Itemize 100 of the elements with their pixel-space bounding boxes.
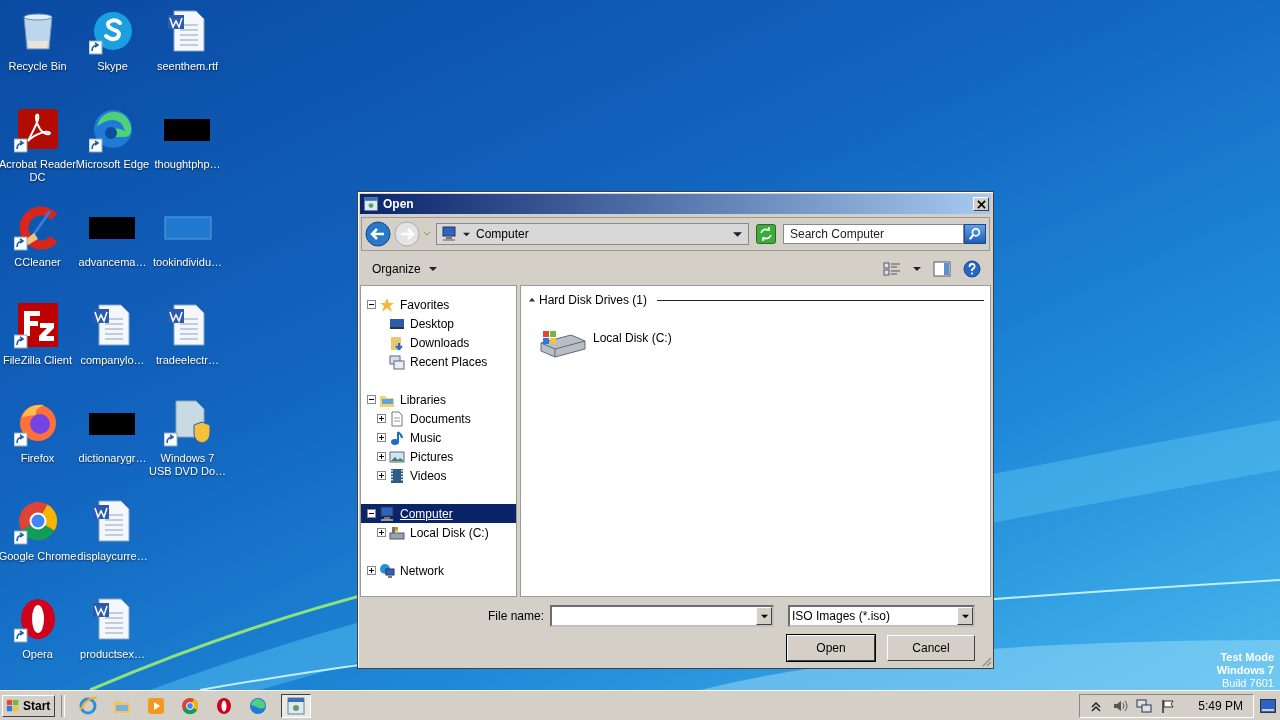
desktop-shortcut[interactable]: Microsoft Edge <box>75 98 150 196</box>
desktop-shortcut-label: Skype <box>96 60 129 73</box>
chrome-icon[interactable] <box>180 695 201 716</box>
expand-toggle-icon[interactable] <box>377 528 386 537</box>
expand-toggle-icon[interactable] <box>377 414 386 423</box>
tree-item-label: Network <box>400 563 444 578</box>
desktop-shortcut[interactable]: Firefox <box>0 392 75 490</box>
desktop-shortcut-label: CCleaner <box>13 256 62 269</box>
breadcrumb[interactable]: Computer <box>476 227 727 241</box>
resize-grip-icon[interactable] <box>980 655 992 667</box>
open-button[interactable]: Open <box>787 635 875 661</box>
drive-item[interactable]: Local Disk (C:) <box>539 327 679 359</box>
file-type-dropdown[interactable]: ISO Images (*.iso) <box>788 605 975 627</box>
desktop-shortcut[interactable]: displaycurre… <box>75 490 150 588</box>
desktop-shortcut-label: tookindividu… <box>151 256 224 269</box>
view-options-icon[interactable] <box>883 261 901 277</box>
network-icon[interactable] <box>1136 697 1153 714</box>
desktop-shortcut-label: Recycle Bin <box>7 60 68 73</box>
dropdown-arrow-icon[interactable] <box>760 612 768 620</box>
dialog-window-icon <box>363 196 379 212</box>
tree-item[interactable]: Computer <box>361 504 516 523</box>
tree-item[interactable]: Desktop <box>361 314 516 333</box>
caret-icon <box>428 265 437 273</box>
tree-item[interactable]: Pictures <box>361 447 516 466</box>
desktop-shortcut[interactable]: dictionarygr… <box>75 392 150 490</box>
tree-item[interactable]: Local Disk (C:) <box>361 523 516 542</box>
back-button[interactable] <box>365 221 391 247</box>
edge-icon[interactable] <box>248 695 269 716</box>
desktop-shortcut-label: companylo… <box>79 354 146 367</box>
desktop-shortcut[interactable]: Skype <box>75 0 150 98</box>
film-icon <box>389 467 405 484</box>
desktop-shortcut-label: Firefox <box>19 452 56 465</box>
desktop-shortcut[interactable]: FileZilla Client <box>0 294 75 392</box>
desktop-shortcut[interactable]: Opera <box>0 588 75 686</box>
tree-item[interactable]: Network <box>361 561 516 580</box>
cancel-button[interactable]: Cancel <box>887 635 975 661</box>
desktop-shortcut[interactable]: CCleaner <box>0 196 75 294</box>
tree-item[interactable]: Libraries <box>361 390 516 409</box>
desktop-shortcut-label: Google Chrome <box>0 550 77 563</box>
caret-icon[interactable] <box>913 265 921 273</box>
desktop-shortcut-label: dictionarygr… <box>77 452 148 465</box>
search-field[interactable]: Search Computer <box>783 224 964 244</box>
dropdown-arrow-icon[interactable] <box>733 229 742 239</box>
start-button[interactable]: Start <box>2 694 56 717</box>
desktop-shortcut[interactable]: Windows 7 USB DVD Do… <box>150 392 225 490</box>
help-icon[interactable] <box>963 260 981 278</box>
desktop-shortcut-label: displaycurre… <box>76 550 149 563</box>
taskbar-window-button[interactable] <box>281 693 312 718</box>
desktop-shortcut[interactable]: seenthem.rtf <box>150 0 225 98</box>
desktop-shortcut[interactable]: productsex… <box>75 588 150 686</box>
desktop-shortcut[interactable]: tookindividu… <box>150 196 225 294</box>
refresh-button[interactable] <box>756 224 776 244</box>
address-bar[interactable]: Computer <box>436 223 749 245</box>
group-header[interactable]: Hard Disk Drives (1) <box>539 293 647 307</box>
system-notice-text: Windows 7 <box>1216 664 1274 677</box>
collapse-toggle-icon[interactable] <box>367 509 376 518</box>
desktop-shortcut-label: FileZilla Client <box>1 354 74 367</box>
clock[interactable]: 5:49 PM <box>1198 698 1243 713</box>
preview-pane-icon[interactable] <box>933 261 951 277</box>
file-name-field[interactable] <box>550 605 774 627</box>
tree-item[interactable]: Music <box>361 428 516 447</box>
desktop-shortcut-label: seenthem.rtf <box>155 60 220 73</box>
tree-item-label: Documents <box>410 411 471 426</box>
tree-item-label: Computer <box>400 506 453 521</box>
desktop-shortcut[interactable]: advancema… <box>75 196 150 294</box>
system-notice-text: Build 7601 <box>1222 677 1274 690</box>
desktop-shortcut[interactable]: tradeelectr… <box>150 294 225 392</box>
desktop-shortcut[interactable]: Google Chrome <box>0 490 75 588</box>
tree-item[interactable]: Favorites <box>361 295 516 314</box>
tree-item-label: Local Disk (C:) <box>410 525 489 540</box>
show-desktop-icon[interactable] <box>1260 698 1276 713</box>
caret-icon[interactable] <box>463 230 470 238</box>
tree-item[interactable]: Documents <box>361 409 516 428</box>
dropdown-arrow-icon[interactable] <box>961 612 969 620</box>
desktop-shortcut-label: advancema… <box>77 256 148 269</box>
drive-icon <box>389 524 405 541</box>
close-button[interactable] <box>973 197 989 211</box>
computer-icon <box>379 505 395 522</box>
desktop-shortcut[interactable]: thoughtphp… <box>150 98 225 196</box>
collapse-group-icon[interactable] <box>529 297 535 303</box>
tree-item-label: Desktop <box>410 316 455 331</box>
tree-item-label: Libraries <box>400 392 447 407</box>
tree-item[interactable]: Recent Places <box>361 352 516 371</box>
expand-toggle-icon[interactable] <box>377 471 386 480</box>
collapse-toggle-icon[interactable] <box>367 300 376 309</box>
expand-toggle-icon[interactable] <box>377 452 386 461</box>
dialog-window-icon <box>286 695 307 716</box>
tree-item[interactable]: Videos <box>361 466 516 485</box>
search-button[interactable] <box>964 224 986 244</box>
search-icon <box>968 227 982 241</box>
computer-icon <box>441 226 457 242</box>
expand-toggle-icon[interactable] <box>367 566 376 575</box>
tree-item-label: Recent Places <box>410 354 488 369</box>
organize-menu-button[interactable]: Organize <box>366 258 443 280</box>
flag-icon[interactable] <box>1160 697 1177 714</box>
collapse-toggle-icon[interactable] <box>367 395 376 404</box>
desktop-shortcut[interactable]: companylo… <box>75 294 150 392</box>
expand-toggle-icon[interactable] <box>377 433 386 442</box>
tree-item[interactable]: Downloads <box>361 333 516 352</box>
desktop-shortcut[interactable]: Recycle Bin <box>0 0 75 98</box>
